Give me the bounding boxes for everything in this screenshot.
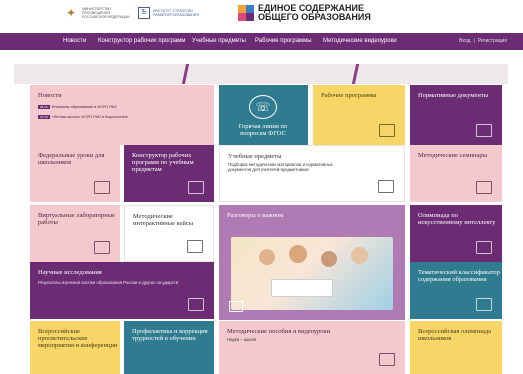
documents-icon: [476, 124, 492, 137]
brain-gear-icon: [476, 241, 492, 254]
news-text: «Летняя школа» ИСРО РАО в Кыргызстане: [51, 115, 128, 119]
news-date: 28.10: [38, 105, 50, 109]
students-photo: [231, 237, 393, 310]
tile-title: Федеральные уроки для школьников: [38, 152, 105, 166]
ministry-logo[interactable]: ✦ МИНИСТЕРСТВО ПРОСВЕЩЕНИЯ РОССИЙСКОЙ ФЕ…: [64, 6, 134, 20]
tile-events[interactable]: Всероссийские просветительские мероприят…: [30, 321, 120, 374]
tile-interactive-cases[interactable]: Методические интерактивные кейсы: [124, 205, 214, 262]
monitor-icon: [94, 241, 110, 254]
phone-icon: ☏: [249, 95, 277, 119]
hero-banner[interactable]: [14, 64, 508, 84]
tile-manuals[interactable]: Методические пособия и видеоуроки Наука …: [219, 321, 405, 374]
hierarchy-icon: [476, 298, 492, 311]
document-icon: [379, 124, 395, 137]
nav-item-subjects[interactable]: Учебные предметы: [192, 33, 246, 50]
child-figure: [321, 251, 337, 267]
screen-icon: [187, 240, 203, 253]
tile-subjects[interactable]: Учебные предметы Подборка методических м…: [219, 145, 405, 202]
brand-squares-icon: [238, 5, 254, 21]
nav-item-video-lessons[interactable]: Методические видеоуроки: [323, 33, 397, 50]
news-date: 27.10: [38, 115, 50, 119]
tile-title: Профилактика и коррекция трудностей в об…: [132, 328, 208, 342]
main-nav: Новости Конструктор рабочих программ Уче…: [0, 33, 523, 50]
folder-icon: [378, 180, 394, 193]
tile-title: Рабочие программы: [321, 92, 377, 99]
tile-title: Всероссийская олимпиада школьников: [418, 328, 492, 342]
news-item[interactable]: 27.10 «Летняя школа» ИСРО РАО в Кыргызста…: [38, 115, 128, 119]
tile-subtitle: Результаты изучения систем образования Р…: [38, 280, 179, 285]
tile-conversations[interactable]: Разговоры о важном: [219, 205, 405, 320]
child-figure: [351, 247, 368, 264]
tile-federal-lessons[interactable]: Федеральные уроки для школьников: [30, 145, 120, 202]
institute-mark-icon: Ѣ: [138, 7, 150, 19]
nav-item-work-programs[interactable]: Рабочие программы: [255, 33, 312, 50]
tile-title: Методические интерактивные кейсы: [133, 213, 194, 227]
tile-title: Научные исследования: [38, 269, 102, 276]
book-shape: [271, 279, 333, 297]
tile-normative-docs[interactable]: Нормативные документы: [410, 85, 502, 145]
login-link[interactable]: Вход: [459, 38, 470, 44]
eagle-emblem-icon: ✦: [65, 6, 77, 20]
brand-line-2: ОБЩЕГО ОБРАЗОВАНИЯ: [258, 12, 371, 22]
tile-title: Новости: [38, 92, 62, 99]
register-link[interactable]: Регистрация: [478, 38, 507, 44]
tile-title: Методические семинары: [418, 152, 487, 159]
tile-title: Учебные предметы: [228, 153, 282, 160]
ruler-icon: [188, 181, 204, 194]
tile-research[interactable]: Научные исследования Результаты изучения…: [30, 262, 214, 319]
institute-text: ИНСТИТУТ СТРАТЕГИИ РАЗВИТИЯ ОБРАЗОВАНИЯ: [153, 9, 199, 17]
news-item[interactable]: 28.10 Флагманы образования в ИСРО РАО: [38, 105, 117, 109]
microscope-icon: [188, 298, 204, 311]
brand-logo[interactable]: ЕДИНОЕ СОДЕРЖАНИЕ ОБЩЕГО ОБРАЗОВАНИЯ: [238, 4, 371, 22]
separator: |: [473, 38, 475, 44]
news-text: Флагманы образования в ИСРО РАО: [51, 105, 117, 109]
site-header: ✦ МИНИСТЕРСТВО ПРОСВЕЩЕНИЯ РОССИЙСКОЙ ФЕ…: [0, 0, 523, 30]
hero-decor-bar: [181, 64, 190, 84]
books-icon: [476, 181, 492, 194]
tile-ai-olympiad[interactable]: Олимпиада по искусственному интеллекту: [410, 205, 502, 262]
tile-title: Разговоры о важном: [227, 212, 284, 219]
tile-school-olympiad[interactable]: Всероссийская олимпиада школьников: [410, 321, 502, 374]
tile-title: Олимпиада по искусственному интеллекту: [418, 212, 496, 226]
child-figure: [259, 249, 275, 265]
tile-title: Тематический классификатор содержания об…: [418, 269, 500, 283]
tile-title: Нормативные документы: [418, 92, 489, 99]
tile-hotline[interactable]: ☏ Горячая линия по вопросам ФГОС: [219, 85, 308, 145]
tile-news[interactable]: Новости 28.10 Флагманы образования в ИСРО…: [30, 85, 214, 145]
tile-title: Всероссийские просветительские мероприят…: [38, 328, 118, 349]
tile-classifier[interactable]: Тематический классификатор содержания об…: [410, 262, 502, 319]
tile-work-programs[interactable]: Рабочие программы: [313, 85, 405, 145]
tile-seminars[interactable]: Методические семинары: [410, 145, 502, 202]
school-bag-icon: [94, 181, 110, 194]
tile-prevention[interactable]: Профилактика и коррекция трудностей в об…: [124, 321, 214, 374]
tile-constructor[interactable]: Конструктор рабочих программ по учебным …: [124, 145, 214, 202]
ministry-text: МИНИСТЕРСТВО ПРОСВЕЩЕНИЯ РОССИЙСКОЙ ФЕДЕ…: [82, 7, 130, 19]
tile-title: Конструктор рабочих программ по учебным …: [132, 152, 194, 173]
book-icon: [229, 301, 243, 312]
tile-subtitle: Подборка методических материалов и норма…: [228, 162, 333, 172]
nav-item-news[interactable]: Новости: [63, 33, 86, 50]
notes-icon: [379, 353, 395, 366]
tile-virtual-labs[interactable]: Виртуальные лабораторные работы: [30, 205, 120, 262]
nav-item-constructor[interactable]: Конструктор рабочих программ: [98, 33, 185, 50]
tile-title: Горячая линия по вопросам ФГОС: [238, 123, 288, 137]
child-figure: [289, 245, 307, 263]
tile-title: Виртуальные лабораторные работы: [38, 212, 116, 226]
tile-subtitle: Наука – школе: [227, 337, 257, 342]
auth-links: Вход | Регистрация: [459, 33, 507, 50]
hero-decor-bar: [351, 64, 360, 84]
institute-logo[interactable]: Ѣ ИНСТИТУТ СТРАТЕГИИ РАЗВИТИЯ ОБРАЗОВАНИ…: [138, 7, 209, 19]
tile-title: Методические пособия и видеоуроки: [227, 328, 331, 335]
brand-title: ЕДИНОЕ СОДЕРЖАНИЕ ОБЩЕГО ОБРАЗОВАНИЯ: [258, 4, 371, 22]
